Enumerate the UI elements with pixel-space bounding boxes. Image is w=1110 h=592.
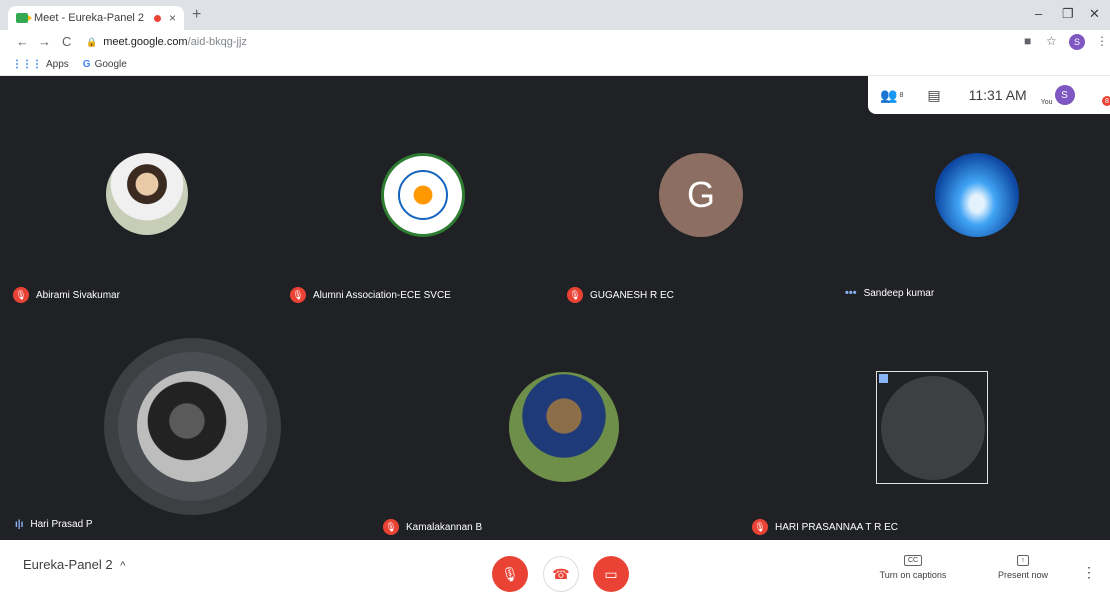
apps-grid-icon: ⋮⋮⋮ <box>12 59 42 70</box>
tab-close-button[interactable]: × <box>169 11 176 25</box>
participant-label: 🎙 GUGANESH R EC <box>567 287 674 303</box>
meet-favicon-icon <box>16 13 32 23</box>
meeting-clock: 11:31 AM <box>968 87 1027 103</box>
more-options-icon[interactable]: ⋮ <box>1082 564 1096 581</box>
participant-avatar-guganesh: G <box>659 153 743 237</box>
broken-image-icon <box>879 374 888 383</box>
minimize-button[interactable]: – <box>1035 6 1042 21</box>
participant-label: 🎙 Alumni Association-ECE SVCE <box>290 287 451 303</box>
participant-avatar-hari-prasannaa <box>881 376 985 480</box>
microphone-toggle-button[interactable]: 🎙 <box>492 556 528 592</box>
camera-indicator-icon[interactable]: ■ <box>1024 34 1031 48</box>
forward-button[interactable]: → <box>38 34 51 49</box>
meeting-controls-bar: Eureka-Panel 2 ^ 🎙 ☎ ▭ CC Turn on captio… <box>0 540 1110 592</box>
present-now-button[interactable]: ↑ Present now <box>978 554 1068 580</box>
participant-label: ı|ı Hari Prasad P <box>15 519 93 530</box>
bookmark-apps[interactable]: ⋮⋮⋮ Apps <box>12 59 69 70</box>
lock-icon: 🔒 <box>86 36 98 47</box>
browser-tab-strip: Meet - Eureka-Panel 2 × + – ❐ ✕ <box>0 0 1110 30</box>
participant-label: ••• Sandeep kumar <box>845 287 935 299</box>
more-dots-icon: ••• <box>845 287 857 299</box>
participant-label: 🎙 Abirami Sivakumar <box>13 287 120 303</box>
restore-button[interactable]: ❐ <box>1062 6 1074 22</box>
address-bar-row: ← → C 🔒 meet.google.com /aid-bkqg-jjz ■ … <box>0 30 1110 54</box>
bookmark-google[interactable]: G Google <box>83 59 127 70</box>
meeting-details-button[interactable]: Eureka-Panel 2 ^ <box>23 557 125 572</box>
new-tab-button[interactable]: + <box>192 6 201 24</box>
google-g-icon: G <box>82 59 91 70</box>
captions-button[interactable]: CC Turn on captions <box>868 554 958 580</box>
muted-mic-icon: 🎙 <box>13 287 29 303</box>
camera-off-icon: ▭ <box>604 565 618 582</box>
participant-avatar-sandeep <box>935 153 1019 237</box>
url-path: /aid-bkqg-jjz <box>187 36 247 48</box>
reload-button[interactable]: C <box>62 34 71 49</box>
participant-avatar-abirami <box>106 153 188 235</box>
mic-off-icon: 🎙 <box>501 565 519 582</box>
muted-mic-icon: 🎙 <box>383 519 399 535</box>
bookmark-star-icon[interactable]: ☆ <box>1046 34 1057 48</box>
participant-avatar-kamalakannan <box>509 372 619 482</box>
chat-icon[interactable]: ▤ <box>927 87 940 104</box>
people-icon[interactable]: 👥 <box>880 87 897 104</box>
speaking-indicator-icon: ı|ı <box>15 519 24 530</box>
url-field[interactable]: 🔒 meet.google.com /aid-bkqg-jjz <box>86 32 1046 52</box>
camera-toggle-button[interactable]: ▭ <box>593 556 629 592</box>
leave-call-button[interactable]: ☎ <box>543 556 579 592</box>
url-domain: meet.google.com <box>103 36 188 48</box>
meeting-grid: 👥 8 ▤ 11:31 AM You S 8 G 🎙 Abirami Sivak… <box>0 76 1110 540</box>
hangup-icon: ☎ <box>552 565 570 582</box>
participant-count: 8 <box>899 91 904 99</box>
you-label: You <box>1040 99 1053 106</box>
browser-tab[interactable]: Meet - Eureka-Panel 2 × <box>8 6 184 30</box>
participant-avatar-alumni-logo <box>381 153 465 237</box>
broken-image-frame <box>876 371 988 484</box>
meeting-top-bar: 👥 8 ▤ 11:31 AM You S 8 <box>868 76 1110 114</box>
browser-menu-icon[interactable]: ⋮ <box>1096 34 1108 48</box>
participant-label: 🎙 HARI PRASANNAA T R EC <box>752 519 898 535</box>
participant-avatar-hari-prasad <box>137 371 248 482</box>
present-screen-icon: ↑ <box>1017 555 1029 566</box>
browser-profile-avatar[interactable]: S <box>1069 34 1085 50</box>
captions-icon: CC <box>903 555 923 566</box>
close-window-button[interactable]: ✕ <box>1089 6 1100 22</box>
notification-badge: 8 <box>1102 96 1110 106</box>
chevron-up-icon: ^ <box>120 560 126 572</box>
muted-mic-icon: 🎙 <box>290 287 306 303</box>
self-avatar[interactable]: S <box>1054 85 1075 105</box>
muted-mic-icon: 🎙 <box>567 287 583 303</box>
recording-dot-icon <box>153 14 161 22</box>
bookmarks-bar: ⋮⋮⋮ Apps G Google <box>0 54 1110 76</box>
participant-label: 🎙 Kamalakannan B <box>383 519 482 535</box>
tab-title: Meet - Eureka-Panel 2 <box>34 12 145 24</box>
back-button[interactable]: ← <box>16 34 29 49</box>
muted-mic-icon: 🎙 <box>752 519 768 535</box>
